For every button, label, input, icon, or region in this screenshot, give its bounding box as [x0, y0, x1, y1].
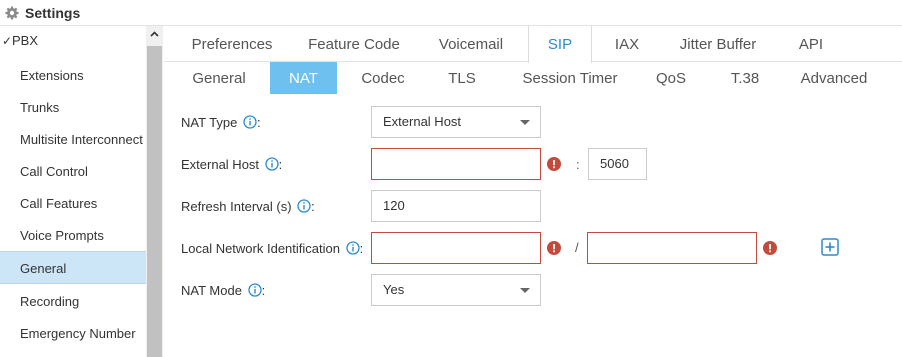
sidebar: ✓PBX Extensions Trunks Multisite Interco… — [0, 26, 163, 357]
info-icon[interactable] — [297, 199, 311, 213]
nat-type-label: NAT Type : — [181, 114, 261, 132]
local-network-mask-input[interactable] — [587, 232, 757, 264]
nat-mode-label-text: NAT Mode — [181, 283, 242, 298]
tab-preferences[interactable]: Preferences — [176, 26, 288, 62]
gear-icon — [5, 6, 19, 20]
local-network-ip-input[interactable] — [371, 232, 541, 264]
sidebar-item-label: Call Features — [20, 196, 98, 211]
nat-mode-label: NAT Mode : — [181, 282, 265, 300]
sidebar-item-label: Emergency Number — [20, 326, 136, 341]
sidebar-root-pbx[interactable]: ✓PBX — [2, 29, 38, 53]
subtab-tls[interactable]: TLS — [434, 62, 490, 94]
chevron-down-icon — [520, 120, 530, 125]
colon: : — [278, 157, 283, 172]
subtab-nat[interactable]: NAT — [270, 62, 337, 94]
sidebar-item-emergency-number[interactable]: Emergency Number — [0, 317, 146, 350]
refresh-interval-label: Refresh Interval (s) : — [181, 198, 315, 216]
mask-separator: / — [575, 240, 579, 255]
nat-type-select[interactable]: External Host — [371, 106, 541, 138]
local-network-label-text: Local Network Identification — [181, 241, 340, 256]
sidebar-item-multisite-interconnect[interactable]: Multisite Interconnect — [0, 123, 146, 156]
subtab-codec[interactable]: Codec — [348, 62, 418, 94]
tab-jitter-buffer[interactable]: Jitter Buffer — [668, 26, 768, 62]
sidebar-item-label: Multisite Interconnect — [20, 132, 143, 147]
subtab-qos[interactable]: QoS — [646, 62, 696, 94]
subtab-advanced[interactable]: Advanced — [792, 62, 876, 94]
checkmark-icon: ✓ — [2, 34, 13, 48]
colon: : — [257, 115, 261, 130]
title-bar: Settings — [0, 0, 902, 26]
sidebar-root-label: PBX — [12, 33, 39, 48]
nat-mode-select[interactable]: Yes — [371, 274, 541, 306]
nat-type-label-text: NAT Type — [181, 115, 238, 130]
subtab-t38[interactable]: T.38 — [720, 62, 770, 94]
sidebar-item-label: Extensions — [20, 68, 84, 83]
chevron-down-icon — [520, 288, 530, 293]
refresh-interval-input[interactable]: 120 — [371, 190, 541, 222]
colon: : — [359, 241, 364, 256]
page-title: Settings — [25, 5, 81, 21]
sidebar-item-extensions[interactable]: Extensions — [0, 59, 146, 92]
primary-tab-bar: Preferences Feature Code Voicemail SIP I… — [164, 26, 902, 63]
info-icon[interactable] — [265, 157, 279, 171]
tab-feature-code[interactable]: Feature Code — [298, 26, 410, 62]
sidebar-item-voice-prompts[interactable]: Voice Prompts — [0, 219, 146, 252]
tab-sip[interactable]: SIP — [528, 26, 592, 63]
colon: : — [311, 199, 315, 214]
info-icon[interactable] — [243, 115, 257, 129]
sidebar-item-label: Call Control — [20, 164, 88, 179]
external-host-port-input[interactable]: 5060 — [588, 148, 647, 180]
tab-voicemail[interactable]: Voicemail — [426, 26, 516, 62]
sidebar-item-call-control[interactable]: Call Control — [0, 155, 146, 188]
colon: : — [261, 283, 266, 298]
sidebar-item-call-features[interactable]: Call Features — [0, 187, 146, 220]
sidebar-item-recording[interactable]: Recording — [0, 285, 146, 318]
refresh-interval-label-text: Refresh Interval (s) — [181, 199, 292, 214]
nat-mode-value: Yes — [383, 282, 405, 297]
subtab-session-timer[interactable]: Session Timer — [510, 62, 630, 94]
add-icon[interactable] — [821, 238, 839, 256]
settings-page: Settings ✓PBX Extensions Trunks Multisit… — [0, 0, 902, 357]
error-icon — [763, 241, 777, 255]
sidebar-scrollbar[interactable] — [146, 26, 163, 357]
error-icon — [547, 157, 561, 171]
info-icon[interactable] — [345, 241, 360, 255]
scrollbar-thumb[interactable] — [147, 46, 162, 357]
port-separator: : — [576, 157, 580, 172]
sidebar-item-trunks[interactable]: Trunks — [0, 91, 146, 124]
local-network-label: Local Network Identification : — [181, 240, 363, 258]
sidebar-item-label: Voice Prompts — [20, 228, 104, 243]
secondary-tab-bar: General NAT Codec TLS Session Timer QoS … — [164, 62, 902, 95]
scroll-up-button[interactable] — [146, 26, 163, 43]
info-icon[interactable] — [247, 283, 262, 297]
chevron-up-icon — [150, 31, 159, 37]
sidebar-item-label: Trunks — [20, 100, 60, 115]
external-host-label-text: External Host — [181, 157, 260, 172]
error-icon — [547, 241, 561, 255]
sidebar-item-general[interactable]: General — [0, 251, 146, 284]
tab-iax[interactable]: IAX — [602, 26, 652, 62]
sidebar-item-label: Recording — [20, 294, 80, 309]
nat-type-value: External Host — [383, 114, 462, 129]
tab-api[interactable]: API — [786, 26, 836, 62]
subtab-general[interactable]: General — [182, 62, 256, 94]
external-host-input[interactable] — [371, 148, 541, 180]
sidebar-item-label: General — [20, 261, 67, 276]
external-host-label: External Host : — [181, 156, 282, 174]
